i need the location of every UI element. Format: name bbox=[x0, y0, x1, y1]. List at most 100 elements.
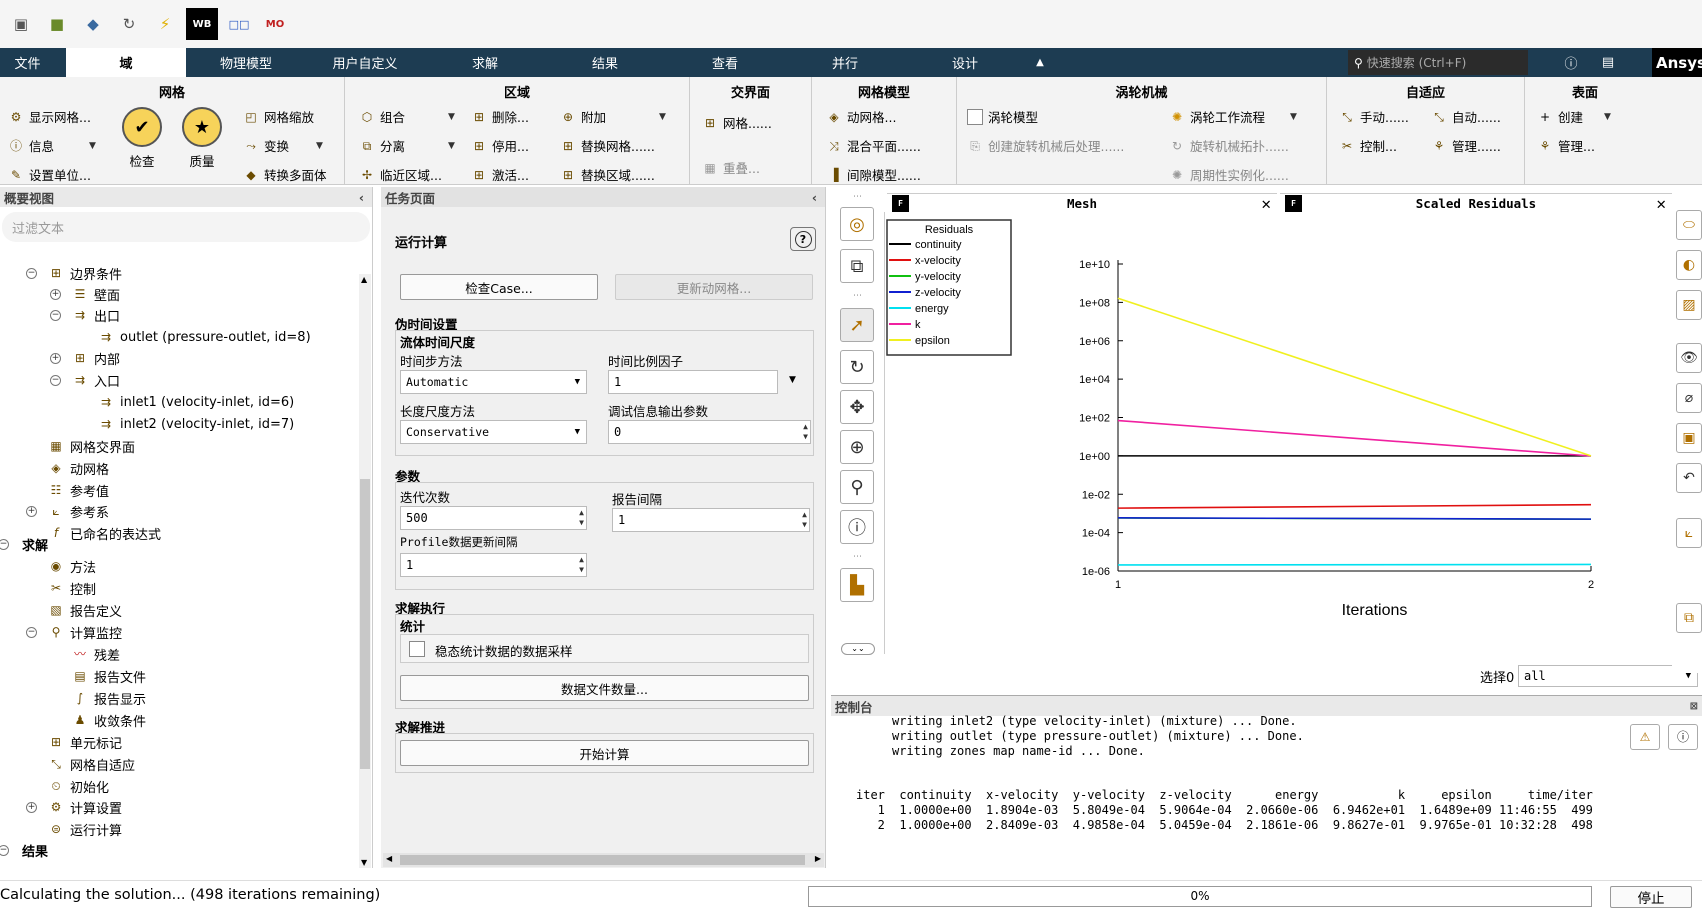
activate-button[interactable]: ⊞ 激活... bbox=[471, 165, 529, 184]
tab-parallel[interactable]: 并行 bbox=[805, 48, 885, 77]
scroll-left-icon[interactable]: ◀ bbox=[386, 854, 392, 863]
compare-icon[interactable]: □□ bbox=[224, 9, 254, 39]
tree-node-run-calculation[interactable]: ⊜ 运行计算 bbox=[48, 819, 122, 839]
save-icon[interactable]: ■ bbox=[42, 9, 72, 39]
collapse-icon[interactable]: − bbox=[50, 375, 61, 386]
transform-button[interactable]: ⤳ 变换 ▼ bbox=[243, 136, 323, 155]
tab-view[interactable]: 查看 bbox=[685, 48, 765, 77]
time-scale-factor-input[interactable]: 1 bbox=[608, 370, 778, 394]
quick-search-input[interactable]: ⚲ 快速搜索 (Ctrl+F) bbox=[1348, 50, 1528, 75]
warning-icon[interactable]: ⚠ bbox=[1630, 724, 1660, 750]
set-units-button[interactable]: ✎ 设置单位... bbox=[8, 165, 91, 184]
tree-node-solution[interactable]: 求解 bbox=[22, 534, 48, 554]
rotate-icon[interactable]: ↻ bbox=[840, 350, 874, 384]
turbo-post-button[interactable]: ⎘ 创建旋转机械后处理...... bbox=[967, 136, 1124, 155]
info-button[interactable]: ⓘ 信息 ▼ bbox=[8, 136, 96, 155]
tree-node-report-plots[interactable]: ∫ 报告显示 bbox=[72, 688, 146, 708]
collapse-panel-icon[interactable]: ‹ bbox=[812, 190, 817, 205]
stepper-icon[interactable]: ▲ ▼ bbox=[803, 422, 808, 442]
tree-node-initialization[interactable]: ⏲ 初始化 bbox=[48, 776, 109, 796]
chart-axes-icon[interactable]: ⟀ bbox=[1676, 518, 1702, 548]
calculate-button[interactable]: 开始计算 bbox=[400, 740, 809, 766]
tree-node-mesh-interfaces[interactable]: ▦ 网格交界面 bbox=[48, 436, 135, 456]
collapse-icon[interactable]: − bbox=[26, 627, 37, 638]
expand-icon[interactable]: + bbox=[50, 353, 61, 364]
help-icon[interactable]: ⓘ bbox=[1560, 48, 1582, 77]
mosaic-icon[interactable]: MO bbox=[260, 9, 290, 39]
check-case-button[interactable]: 检查Case... bbox=[400, 274, 598, 300]
outline-scrollbar[interactable]: ▲ ▼ bbox=[359, 274, 371, 868]
tree-node-inlet-group[interactable]: ⇉ 入口 bbox=[72, 370, 120, 390]
delete-zone-button[interactable]: ⊞ 删除... bbox=[471, 107, 529, 126]
stepper-icon[interactable]: ▲ ▼ bbox=[579, 508, 584, 528]
info-icon[interactable]: ⓘ bbox=[1668, 724, 1698, 750]
shape-oval-icon[interactable]: ⬭ bbox=[1676, 210, 1702, 240]
eye-hidden-icon[interactable]: ⌀ bbox=[1676, 383, 1702, 413]
adapt-manual-button[interactable]: ⤡ 手动...... bbox=[1339, 107, 1409, 126]
close-icon[interactable]: ✕ bbox=[1261, 194, 1271, 213]
profile-update-input[interactable]: 1 ▲ ▼ bbox=[400, 553, 587, 577]
replace-mesh-button[interactable]: ⊞ 替换网格...... bbox=[560, 136, 655, 155]
tree-node-outlet-group[interactable]: ⇉ 出口 bbox=[72, 305, 120, 325]
quality-button[interactable]: ★ 质量 bbox=[182, 107, 222, 170]
gap-model-button[interactable]: ▐ 间隙模型...... bbox=[826, 165, 920, 184]
append-button[interactable]: ⊕ 附加 ▼ bbox=[560, 107, 666, 126]
stepper-icon[interactable]: ▲ ▼ bbox=[802, 510, 807, 530]
tree-node-residuals[interactable]: 〰残差 bbox=[72, 644, 120, 664]
data-file-quantities-button[interactable]: 数据文件数量... bbox=[400, 675, 809, 701]
refresh-icon[interactable]: ↻ bbox=[114, 9, 144, 39]
adapt-auto-button[interactable]: ⤡ 自动...... bbox=[1431, 107, 1501, 126]
tree-node-interior[interactable]: ⊞ 内部 bbox=[72, 348, 120, 368]
deactivate-button[interactable]: ⊞ 停用... bbox=[471, 136, 529, 155]
dynamic-mesh-button[interactable]: ◈ 动网格... bbox=[826, 107, 896, 126]
scroll-right-icon[interactable]: ▶ bbox=[815, 854, 821, 863]
tab-file[interactable]: 文件 bbox=[0, 48, 55, 77]
verbosity-input[interactable]: 0 ▲ ▼ bbox=[608, 420, 811, 444]
eye-icon[interactable]: 👁 bbox=[1676, 343, 1702, 373]
interface-mesh-button[interactable]: ⊞ 网格...... bbox=[702, 113, 772, 132]
scroll-down-icon[interactable]: ▼ bbox=[361, 858, 367, 867]
adapt-manage-button[interactable]: ⚘ 管理...... bbox=[1431, 136, 1501, 155]
tree-node-report-definitions[interactable]: ▧ 报告定义 bbox=[48, 600, 122, 620]
tree-node-reference-values[interactable]: ☷ 参考值 bbox=[48, 480, 109, 500]
filter-input[interactable]: 过滤文本 bbox=[2, 212, 370, 242]
cube-view-icon[interactable]: ⧉ bbox=[840, 249, 874, 283]
stepper-icon[interactable]: ▲ ▼ bbox=[579, 555, 584, 575]
tree-node-named-expressions[interactable]: f 已命名的表达式 bbox=[48, 523, 161, 543]
tree-node-monitors[interactable]: ⚲ 计算监控 bbox=[48, 622, 122, 642]
separate-button[interactable]: ⧉ 分离 ▼ bbox=[359, 136, 455, 155]
tree-node-results[interactable]: 结果 bbox=[22, 840, 48, 860]
tab-results[interactable]: 结果 bbox=[565, 48, 645, 77]
check-button[interactable]: ✔ 检查 bbox=[122, 107, 162, 170]
tree-node-inlet2[interactable]: ⇉ inlet2 (velocity-inlet, id=7) bbox=[98, 414, 294, 434]
close-icon[interactable]: ✕ bbox=[1656, 194, 1666, 213]
help-button[interactable]: ? bbox=[790, 227, 816, 251]
maximize-icon[interactable]: ⊠ bbox=[1690, 701, 1698, 712]
tab-design[interactable]: 设计 bbox=[925, 48, 1005, 77]
adjacency-button[interactable]: ✢ 临近区域... bbox=[359, 165, 442, 184]
tab-solution[interactable]: 求解 bbox=[445, 48, 525, 77]
adapt-control-button[interactable]: ✂ 控制... bbox=[1339, 136, 1397, 155]
expand-icon[interactable]: + bbox=[26, 506, 37, 517]
expand-icon[interactable]: + bbox=[26, 802, 37, 813]
replace-zone-button[interactable]: ⊞ 替换区域...... bbox=[560, 165, 655, 184]
periodic-instancing-button[interactable]: ✺ 周期性实例化...... bbox=[1169, 165, 1289, 184]
shape-hatched-icon[interactable]: ▨ bbox=[1676, 290, 1702, 320]
tree-node-calculation-activities[interactable]: ⚙ 计算设置 bbox=[48, 797, 122, 817]
tree-node-controls[interactable]: ✂ 控制 bbox=[48, 578, 96, 598]
tab-user-defined[interactable]: 用户自定义 bbox=[315, 48, 415, 77]
overlap-button[interactable]: ▦ 重叠... bbox=[702, 158, 760, 177]
tab-physics[interactable]: 物理模型 bbox=[196, 48, 296, 77]
tree-node-methods[interactable]: ◉ 方法 bbox=[48, 556, 96, 576]
turbo-topology-button[interactable]: ↻ 旋转机械拓扑...... bbox=[1169, 136, 1289, 155]
scrollbar-thumb[interactable] bbox=[360, 479, 370, 769]
workbench-icon[interactable]: WB bbox=[186, 8, 218, 40]
copy-icon[interactable]: ⧉ bbox=[1676, 603, 1702, 633]
iterations-input[interactable]: 500 ▲ ▼ bbox=[400, 506, 587, 530]
select-dropdown[interactable]: all bbox=[1518, 665, 1698, 687]
time-step-method-select[interactable]: Automatic bbox=[400, 370, 587, 394]
fit-to-window-icon[interactable]: ◎ bbox=[840, 207, 874, 241]
tab-domain[interactable]: 域 bbox=[66, 48, 186, 77]
pointer-icon[interactable]: ➚ bbox=[840, 308, 874, 342]
tree-node-cell-registers[interactable]: ⊞ 单元标记 bbox=[48, 732, 122, 752]
